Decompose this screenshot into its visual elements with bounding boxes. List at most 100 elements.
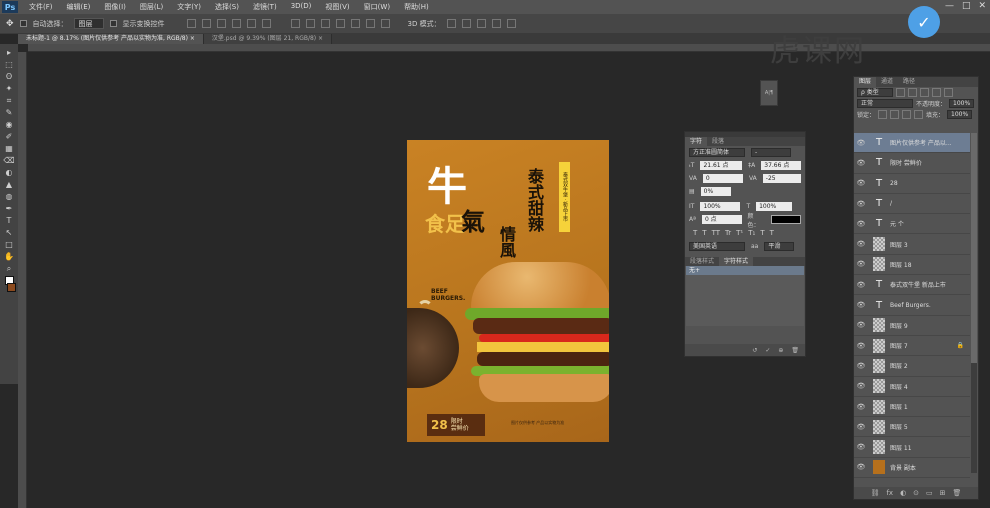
auto-align-icon[interactable]	[380, 19, 390, 28]
distribute-left-icon[interactable]	[335, 19, 345, 28]
menu-item-6[interactable]: 滤镜(T)	[246, 2, 284, 12]
layer-row[interactable]: 👁 T 图片仅供参考 产品以...	[854, 133, 970, 154]
layer-row[interactable]: 👁 图层 3	[854, 234, 970, 255]
minimize-button[interactable]: —	[945, 1, 954, 11]
font-style-select[interactable]: -	[751, 148, 791, 157]
text-style-button-0[interactable]: T	[693, 229, 697, 237]
auto-select-checkbox[interactable]	[19, 20, 27, 27]
new-style-icon[interactable]: ⊕	[778, 347, 783, 354]
tool-12-icon[interactable]: ◍	[3, 192, 15, 201]
font-size-field[interactable]: 21.61 点	[700, 161, 743, 170]
fill-field[interactable]: 100%	[947, 110, 973, 119]
tool-7-icon[interactable]: ✐	[3, 132, 15, 141]
tracking-field[interactable]: -25	[762, 174, 801, 183]
text-style-button-2[interactable]: TT	[712, 229, 720, 237]
menu-item-8[interactable]: 视图(V)	[318, 2, 356, 12]
lock-paint-icon[interactable]	[890, 110, 900, 119]
tool-18-icon[interactable]: ⌕	[3, 264, 15, 273]
menu-item-1[interactable]: 编辑(E)	[60, 2, 98, 12]
filter-shape-icon[interactable]	[932, 88, 941, 97]
tool-17-icon[interactable]: ✋	[3, 252, 15, 261]
antialias-select[interactable]: 平滑	[764, 242, 795, 251]
menu-item-7[interactable]: 3D(D)	[284, 2, 319, 12]
font-family-select[interactable]: 方正准圆简体	[689, 148, 745, 157]
lock-position-icon[interactable]	[902, 110, 912, 119]
tool-16-icon[interactable]: □	[3, 240, 15, 249]
visibility-eye-icon[interactable]: 👁	[854, 220, 868, 228]
layer-row[interactable]: 👁 图层 2	[854, 356, 970, 377]
tool-3-icon[interactable]: ✦	[3, 84, 15, 93]
filter-pixel-icon[interactable]	[896, 88, 905, 97]
tab-channels[interactable]: 通道	[876, 77, 898, 87]
visibility-eye-icon[interactable]: 👁	[854, 463, 868, 471]
tool-13-icon[interactable]: ✒	[3, 204, 15, 213]
layer-row[interactable]: 👁 图层 4	[854, 377, 970, 397]
visibility-eye-icon[interactable]: 👁	[854, 443, 868, 451]
tab-character[interactable]: 字符	[685, 137, 708, 146]
tab-character-styles[interactable]: 字符样式	[719, 257, 754, 266]
commit-icon[interactable]: ✓	[765, 347, 770, 354]
tool-2-icon[interactable]: ʘ	[3, 72, 15, 81]
text-style-button-6[interactable]: T	[760, 229, 764, 237]
tool-4-icon[interactable]: ⌗	[3, 96, 15, 105]
lock-pixels-icon[interactable]	[878, 110, 888, 119]
menu-item-5[interactable]: 选择(S)	[208, 2, 246, 12]
menu-item-2[interactable]: 图像(I)	[97, 2, 133, 12]
menu-item-4[interactable]: 文字(Y)	[170, 2, 208, 12]
visibility-eye-icon[interactable]: 👁	[854, 159, 868, 167]
text-style-button-3[interactable]: Tr	[725, 229, 731, 237]
background-color-swatch[interactable]	[7, 283, 16, 292]
visibility-eye-icon[interactable]: 👁	[854, 342, 868, 350]
auto-select-dropdown[interactable]: 图层	[73, 18, 104, 29]
kerning-field[interactable]: 0	[702, 174, 743, 183]
layer-row[interactable]: 👁 T /	[854, 194, 970, 215]
lock-all-icon[interactable]	[914, 110, 924, 119]
text-style-button-4[interactable]: T¹	[736, 229, 743, 237]
3d-rotate-icon[interactable]	[446, 19, 456, 28]
distribute-middle-icon[interactable]	[305, 19, 315, 28]
layer-row[interactable]: 👁 图层 7 🔒	[854, 336, 970, 357]
visibility-eye-icon[interactable]: 👁	[854, 139, 868, 147]
visibility-eye-icon[interactable]: 👁	[854, 200, 868, 208]
layers-footer-3-icon[interactable]: ⊙	[913, 489, 919, 497]
language-select[interactable]: 美国英语	[689, 242, 745, 251]
tool-14-icon[interactable]: T	[3, 216, 15, 225]
layers-footer-0-icon[interactable]: ⛓	[871, 489, 880, 497]
menu-item-9[interactable]: 窗口(W)	[357, 2, 397, 12]
layer-row[interactable]: 👁 背景 副本	[854, 458, 970, 479]
layer-row[interactable]: 👁 图层 5	[854, 417, 970, 438]
visibility-eye-icon[interactable]: 👁	[854, 281, 868, 289]
clear-override-icon[interactable]: ↺	[752, 347, 757, 354]
visibility-eye-icon[interactable]: 👁	[854, 179, 868, 187]
align-center-icon[interactable]	[246, 19, 256, 28]
collapsed-character-panel-button[interactable]: A|¶	[760, 80, 778, 106]
tab-paths[interactable]: 路径	[898, 77, 920, 87]
layers-footer-5-icon[interactable]: ⊞	[940, 489, 946, 497]
tool-15-icon[interactable]: ↖	[3, 228, 15, 237]
layers-footer-4-icon[interactable]: ▭	[926, 489, 933, 497]
layer-row[interactable]: 👁 T 元 个	[854, 214, 970, 235]
text-style-button-1[interactable]: T	[702, 229, 706, 237]
tab-paragraph[interactable]: 段落	[707, 137, 729, 146]
tool-5-icon[interactable]: ✎	[3, 108, 15, 117]
tool-9-icon[interactable]: ⌫	[3, 156, 15, 165]
distribute-top-icon[interactable]	[290, 19, 300, 28]
move-tool-icon[interactable]: ✥	[6, 19, 14, 29]
delete-style-icon[interactable]: 🗑	[791, 347, 799, 354]
align-left-icon[interactable]	[231, 19, 241, 28]
visibility-eye-icon[interactable]: 👁	[854, 362, 868, 370]
tool-6-icon[interactable]: ◉	[3, 120, 15, 129]
tab-paragraph-styles[interactable]: 段落样式	[685, 257, 719, 266]
visibility-eye-icon[interactable]: 👁	[854, 423, 868, 431]
visibility-eye-icon[interactable]: 👁	[854, 301, 868, 309]
baseline-field[interactable]: 0 点	[701, 215, 742, 224]
text-style-button-5[interactable]: T₁	[748, 229, 755, 237]
document-canvas[interactable]: 牛 食足 氣 泰式甜辣 情風 泰式双牛堡 · 新品上市 BEEF BURGERS…	[407, 140, 609, 442]
text-style-button-7[interactable]: T	[770, 229, 774, 237]
maximize-button[interactable]: □	[962, 1, 971, 11]
3d-scale-icon[interactable]	[506, 19, 516, 28]
menu-item-0[interactable]: 文件(F)	[22, 2, 60, 12]
close-button[interactable]: ✕	[978, 1, 986, 11]
distribute-center-icon[interactable]	[350, 19, 360, 28]
character-style-none[interactable]: 无+	[686, 266, 804, 275]
